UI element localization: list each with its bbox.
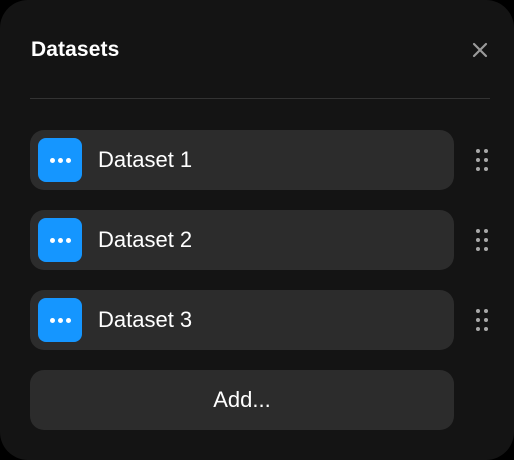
panel-title: Datasets	[31, 38, 120, 61]
dataset-label: Dataset 2	[98, 227, 193, 252]
dataset-item[interactable]: Dataset 2	[30, 210, 454, 270]
drag-handle-icon[interactable]	[476, 229, 488, 251]
dataset-item[interactable]: Dataset 1	[30, 130, 454, 190]
datasets-panel: Datasets Dataset 1 Dataset 2 Dataset 3 A…	[0, 0, 514, 460]
close-icon[interactable]	[472, 42, 488, 58]
dataset-menu-button[interactable]	[38, 218, 82, 262]
more-horizontal-icon	[49, 237, 71, 243]
dataset-label: Dataset 3	[98, 307, 193, 332]
drag-handle-icon[interactable]	[476, 149, 488, 171]
dataset-label: Dataset 1	[98, 147, 193, 172]
drag-handle-icon[interactable]	[476, 309, 488, 331]
close-button[interactable]	[466, 36, 494, 64]
dataset-menu-button[interactable]	[38, 298, 82, 342]
dataset-menu-button[interactable]	[38, 138, 82, 182]
more-horizontal-icon	[49, 317, 71, 323]
add-dataset-button[interactable]: Add...	[30, 370, 454, 430]
divider	[30, 98, 490, 99]
dataset-item[interactable]: Dataset 3	[30, 290, 454, 350]
more-horizontal-icon	[49, 157, 71, 163]
